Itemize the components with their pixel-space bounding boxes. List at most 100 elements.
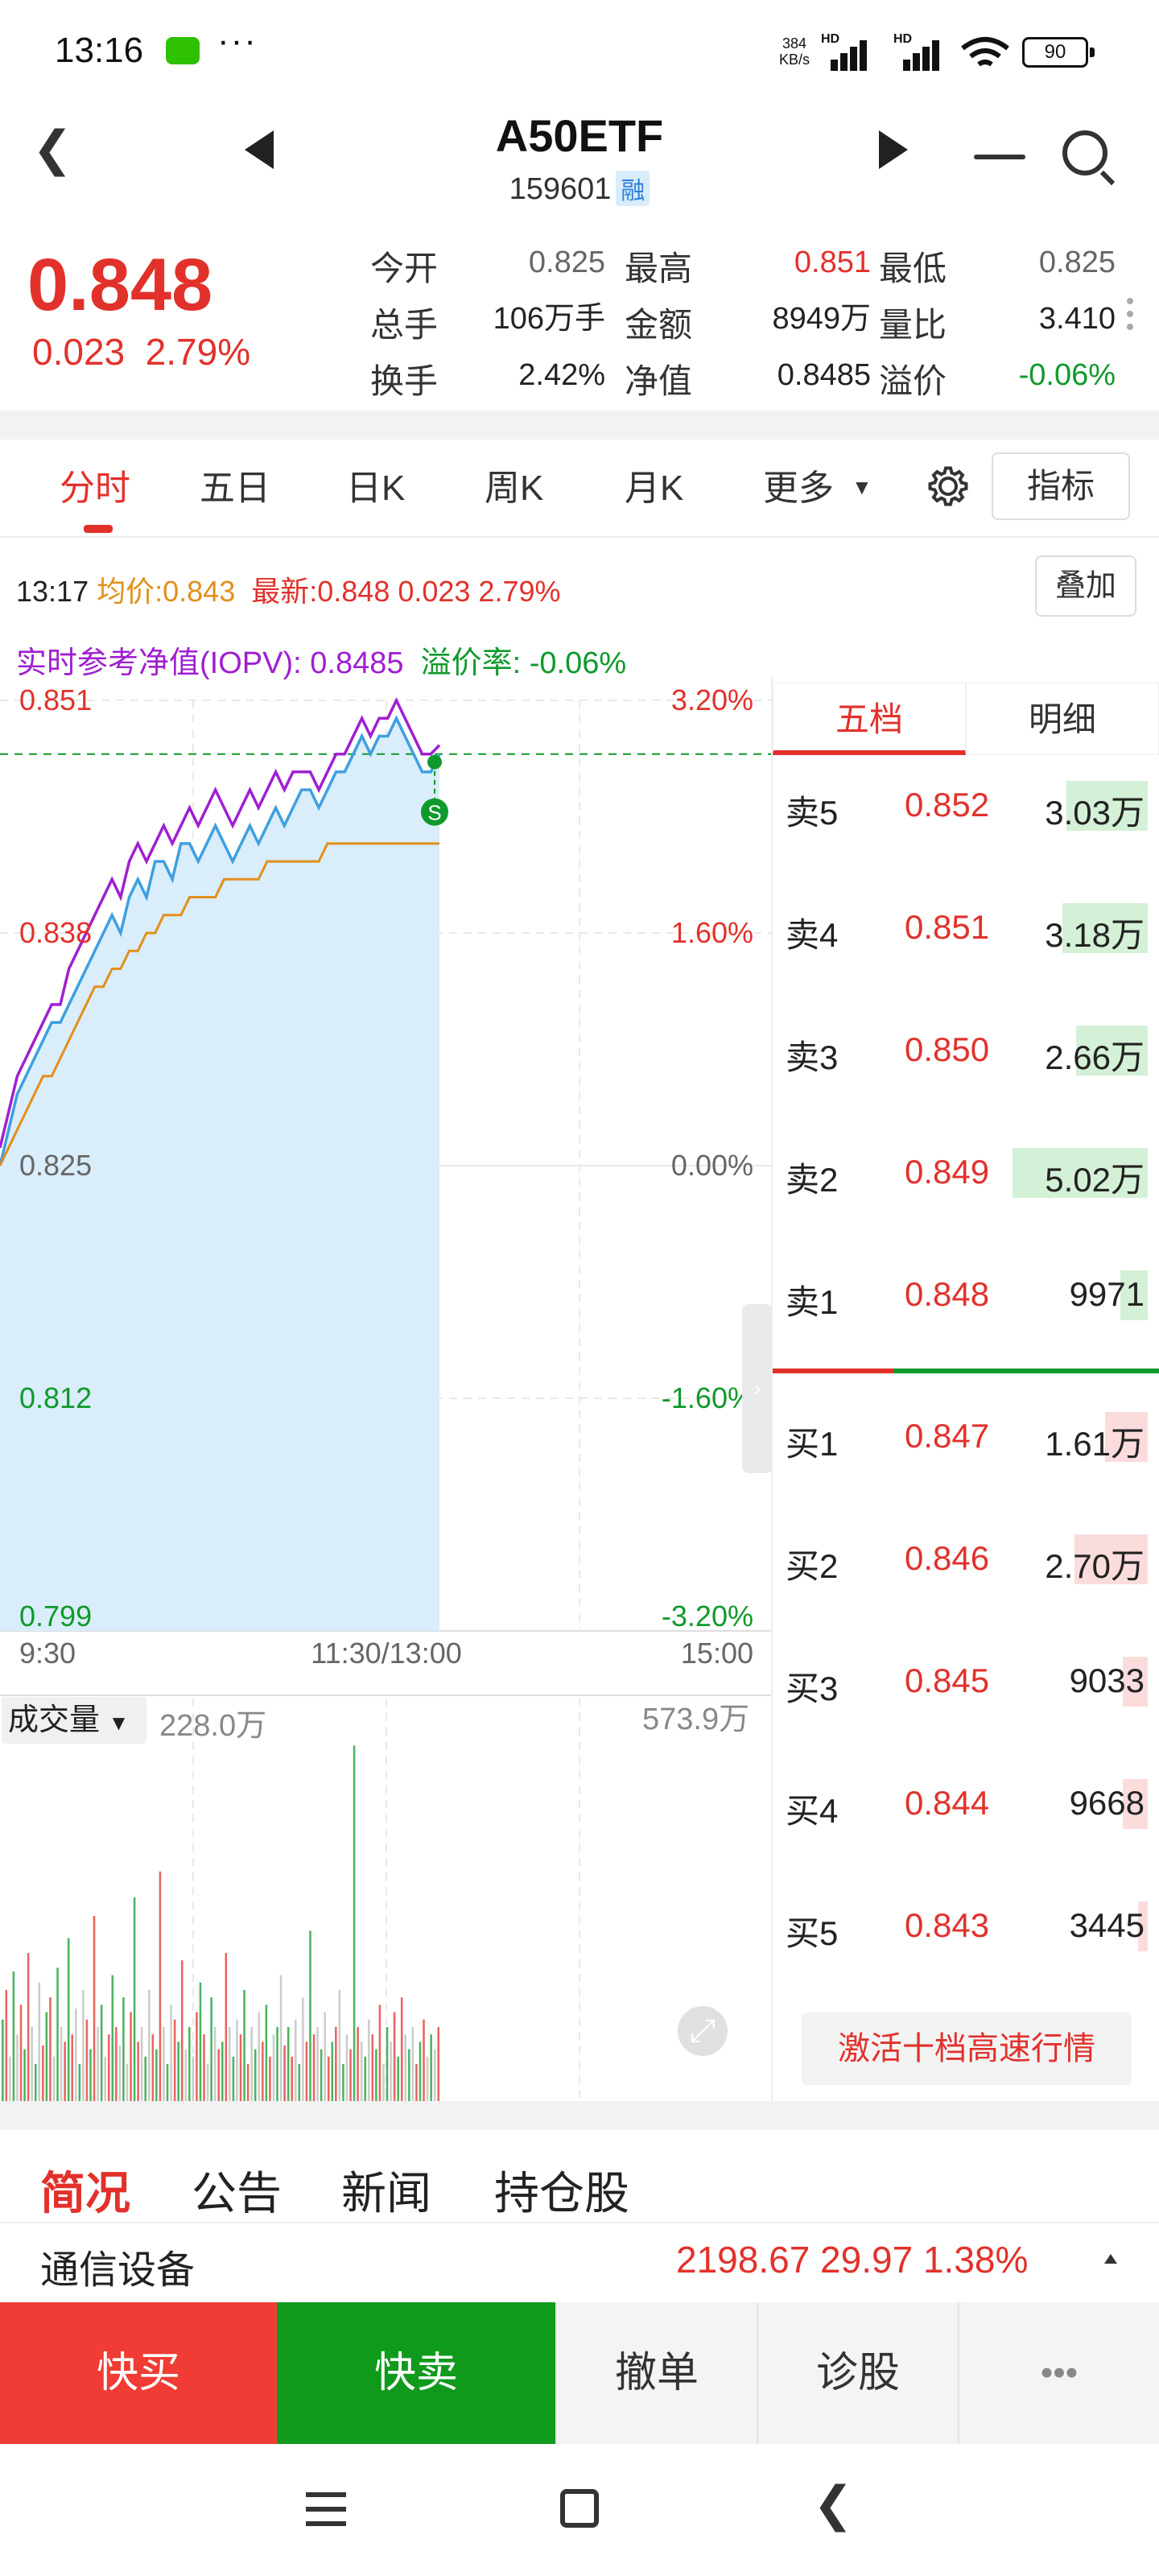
level-volume: 2.66万 xyxy=(1045,1038,1145,1076)
volume-bar xyxy=(163,2027,165,2101)
level-volume: 3445 xyxy=(1069,1906,1145,1944)
volume-bar xyxy=(433,2049,436,2101)
volume-bar xyxy=(390,2041,392,2101)
indicator-button[interactable]: 指标 xyxy=(992,452,1130,520)
quote-label: 最高 xyxy=(625,250,693,287)
volume-bar xyxy=(302,1997,304,2101)
info-tab-2[interactable]: 新闻 xyxy=(341,2157,431,2223)
volume-bar xyxy=(221,2041,224,2101)
previous-stock-icon[interactable] xyxy=(245,130,274,169)
volume-bar xyxy=(254,2049,257,2101)
signal-icon-2: HD xyxy=(893,32,945,71)
y-axis-label-left: 0.825 xyxy=(19,1149,92,1182)
info-tab-1[interactable]: 公告 xyxy=(192,2157,282,2223)
volume-bar xyxy=(155,2049,158,2101)
level-label: 买5 xyxy=(786,1914,839,1952)
quote-label: 最低 xyxy=(879,250,947,287)
ask-row[interactable]: 卖4 0.851 3.18万 xyxy=(773,898,1159,963)
quote-value: 0.825 xyxy=(1038,246,1116,279)
activate-level10-button[interactable]: 激活十档高速行情 xyxy=(802,2013,1132,2085)
wifi-icon xyxy=(961,37,1009,67)
quote-value: 8949万 xyxy=(772,302,871,336)
volume-bar xyxy=(56,1967,59,2101)
quick-sell-button[interactable]: 快卖 xyxy=(277,2302,555,2444)
signal-icon: HD xyxy=(821,32,872,71)
back-nav-icon[interactable]: ❮ xyxy=(813,2476,853,2533)
ask-row[interactable]: 卖5 0.852 3.03万 xyxy=(773,776,1159,840)
volume-value: 228.0万 xyxy=(159,1709,267,1743)
info-tab-3[interactable]: 持仓股 xyxy=(494,2157,629,2223)
volume-bar xyxy=(262,2041,264,2101)
expand-icon[interactable]: ⤢ xyxy=(678,2006,728,2056)
more-actions-button[interactable]: ••• xyxy=(958,2302,1159,2444)
iopv-line: 实时参考净值(IOPV): 0.8485 溢价率: -0.06% xyxy=(16,646,627,680)
divider xyxy=(771,676,773,2101)
volume-bar xyxy=(5,1990,8,2101)
volume-bar xyxy=(115,2027,118,2101)
info-tab-0[interactable]: 简况 xyxy=(40,2157,130,2223)
search-icon[interactable] xyxy=(1062,130,1107,175)
volume-bar xyxy=(426,2056,429,2101)
level-volume: 2.70万 xyxy=(1045,1547,1145,1585)
level-price: 0.844 xyxy=(905,1784,990,1822)
caret-up-icon[interactable] xyxy=(1104,2254,1117,2264)
bid-row[interactable]: 买1 0.847 1.61万 xyxy=(773,1407,1159,1472)
cancel-order-button[interactable]: 撤单 xyxy=(555,2302,757,2444)
volume-bar xyxy=(177,2041,179,2101)
tab-1[interactable]: 五日 xyxy=(200,459,270,510)
more-vertical-icon[interactable] xyxy=(1127,298,1133,336)
quote-label: 总手 xyxy=(370,306,439,344)
volume-bar xyxy=(331,2041,334,2101)
quote-label: 今开 xyxy=(370,250,439,287)
volume-bar xyxy=(239,2034,242,2101)
volume-selector[interactable]: 成交量 ▼ xyxy=(2,1697,146,1744)
tab-4[interactable]: 月K xyxy=(625,459,683,510)
back-icon[interactable]: ❮ xyxy=(32,121,72,177)
level-price: 0.851 xyxy=(905,908,990,946)
menu-icon[interactable] xyxy=(306,2492,346,2526)
dropdown-caret-icon[interactable]: ▼ xyxy=(852,475,872,500)
tab-details[interactable]: 明细 xyxy=(966,683,1159,755)
volume-bar xyxy=(45,2012,48,2101)
overlay-button[interactable]: 叠加 xyxy=(1035,555,1136,617)
ask-row[interactable]: 卖2 0.849 5.02万 xyxy=(773,1143,1159,1208)
volume-bar xyxy=(345,2034,349,2101)
quick-buy-button[interactable]: 快买 xyxy=(0,2302,277,2444)
settings-gear-icon[interactable] xyxy=(924,462,972,510)
volume-bar xyxy=(111,1975,114,2101)
minimize-icon[interactable] xyxy=(974,155,1025,159)
diagnose-button[interactable]: 诊股 xyxy=(757,2302,958,2444)
volume-bar xyxy=(206,2064,209,2101)
home-icon[interactable] xyxy=(560,2489,599,2528)
intraday-chart[interactable]: S 0.851 0.838 0.825 0.812 0.799 3.20% 1.60% 0.00… xyxy=(0,676,773,2109)
volume-bar xyxy=(100,2004,103,2101)
ask-row[interactable]: 卖1 0.848 9971 xyxy=(773,1265,1159,1330)
level-price: 0.843 xyxy=(905,1906,990,1944)
collapse-handle[interactable]: › xyxy=(742,1304,773,1473)
volume-bar xyxy=(243,1990,245,2101)
level-volume: 9033 xyxy=(1069,1662,1145,1699)
volume-bar xyxy=(298,2064,301,2101)
bid-row[interactable]: 买3 0.845 9033 xyxy=(773,1652,1159,1716)
tab-5[interactable]: 更多 xyxy=(763,459,834,510)
bid-row[interactable]: 买4 0.844 9668 xyxy=(773,1774,1159,1839)
quote-label: 量比 xyxy=(879,306,947,344)
tab-0[interactable]: 分时 xyxy=(60,459,130,510)
chart-info-line: 13:17 均价:0.843 最新:0.848 0.023 2.79% xyxy=(16,575,561,608)
sector-name[interactable]: 通信设备 xyxy=(40,2238,195,2294)
ask-row[interactable]: 卖3 0.850 2.66万 xyxy=(773,1021,1159,1085)
tab-3[interactable]: 周K xyxy=(485,459,543,510)
y-axis-label-left: 0.799 xyxy=(19,1600,92,1633)
sell-signal-label: S xyxy=(427,801,441,825)
volume-bar xyxy=(232,2056,235,2101)
level-label: 卖2 xyxy=(786,1161,839,1199)
next-stock-icon[interactable] xyxy=(879,130,908,169)
more-notifications-icon: ··· xyxy=(217,21,258,60)
bid-row[interactable]: 买2 0.846 2.70万 xyxy=(773,1530,1159,1594)
bid-row[interactable]: 买5 0.843 3445 xyxy=(773,1897,1159,1961)
volume-bar xyxy=(151,2034,155,2101)
tab-2[interactable]: 日K xyxy=(346,459,405,510)
tab-five-levels[interactable]: 五档 xyxy=(773,683,966,755)
volume-bar xyxy=(71,2034,73,2101)
level-price: 0.852 xyxy=(905,786,990,824)
